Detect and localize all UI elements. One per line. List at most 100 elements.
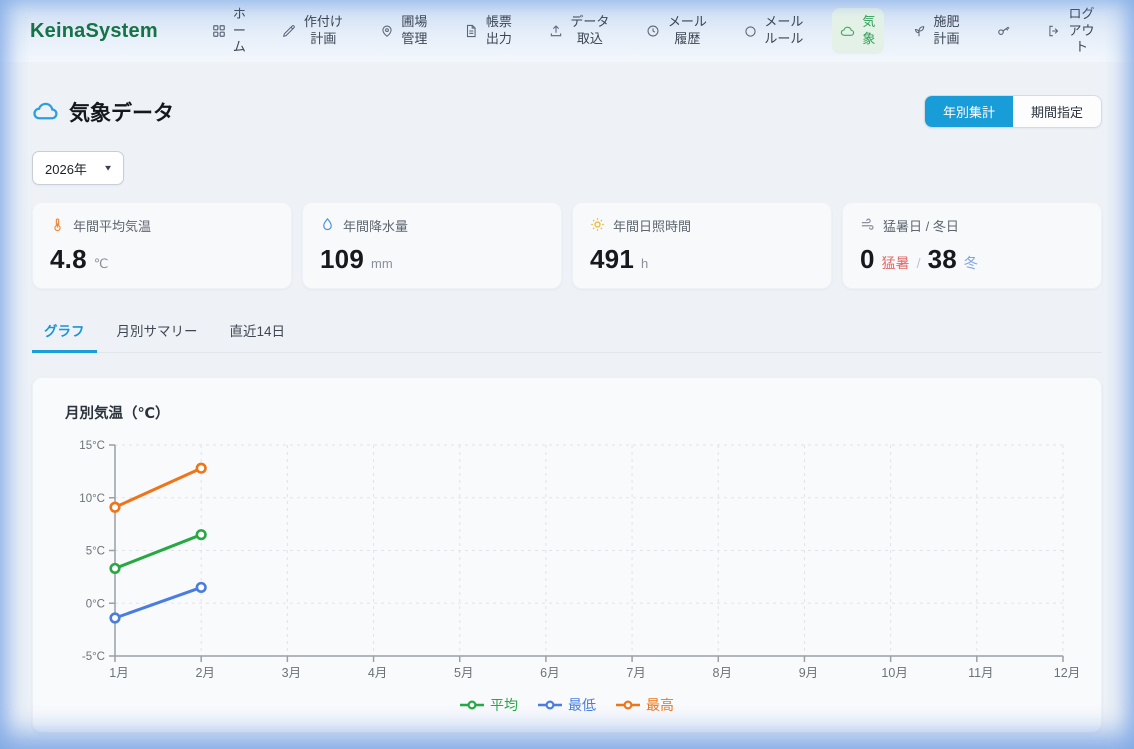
svg-text:4月: 4月 <box>368 666 387 680</box>
yearly-summary-button[interactable]: 年別集計 <box>925 96 1013 127</box>
svg-text:11月: 11月 <box>968 666 993 680</box>
nav-label: データ取込 <box>569 14 611 48</box>
legend-item-maximum[interactable]: 最高 <box>616 695 674 715</box>
chart-legend: 平均 最低 最高 <box>49 695 1085 715</box>
svg-text:7月: 7月 <box>626 666 645 680</box>
nav-item-fertilizer-plan[interactable]: 施肥計画 <box>904 8 969 54</box>
nav-label: メール履歴 <box>666 14 708 48</box>
droplet-icon <box>320 217 335 235</box>
year-select-value: 2026年 <box>45 159 87 178</box>
period-select-button[interactable]: 期間指定 <box>1013 96 1101 127</box>
nav-label: 作付け計画 <box>302 14 344 48</box>
key-icon <box>996 24 1011 39</box>
stat-value: 491 <box>590 244 634 275</box>
svg-text:10°C: 10°C <box>79 493 105 505</box>
hot-days-label: 猛暑 <box>882 253 910 273</box>
nav-item-data-import[interactable]: データ取込 <box>541 8 619 54</box>
nav-list: ホーム 作付け計画 圃場管理 帳票出力 データ取込 <box>204 0 1104 62</box>
nav-label: 施肥計画 <box>932 14 961 48</box>
cloud-icon <box>840 24 855 39</box>
upload-icon <box>549 24 563 38</box>
svg-text:5月: 5月 <box>454 666 473 680</box>
pencil-icon <box>282 24 296 38</box>
legend-label: 平均 <box>490 695 518 715</box>
seedling-icon <box>912 24 926 38</box>
svg-text:9月: 9月 <box>799 666 818 680</box>
stat-card-extreme-days: 猛暑日 / 冬日 0 猛暑 / 38 冬 <box>842 202 1102 289</box>
stat-label: 年間降水量 <box>343 216 408 235</box>
tab-graph[interactable]: グラフ <box>32 311 97 353</box>
svg-text:0°C: 0°C <box>86 598 105 610</box>
svg-text:6月: 6月 <box>540 666 559 680</box>
svg-text:10月: 10月 <box>881 666 907 680</box>
main-content: 気象データ 年別集計 期間指定 2026年 ▼ 年間平均気温 4.8 ℃ <box>0 95 1134 733</box>
circle-icon <box>744 25 757 38</box>
year-select[interactable]: 2026年 ▼ <box>32 151 124 185</box>
logout-icon <box>1047 24 1061 38</box>
legend-label: 最低 <box>568 695 596 715</box>
nav-item-home[interactable]: ホーム <box>204 0 255 62</box>
nav-item-logout[interactable]: ログアウト <box>1039 0 1104 62</box>
nav-label: 気象 <box>861 14 876 48</box>
tab-monthly-summary[interactable]: 月別サマリー <box>105 311 210 353</box>
svg-text:-5°C: -5°C <box>82 651 105 663</box>
thermometer-icon <box>50 217 65 235</box>
nav-label: メールルール <box>763 14 805 48</box>
svg-text:1月: 1月 <box>109 666 128 680</box>
stat-value: 4.8 <box>50 244 87 275</box>
chart-title: 月別気温（℃） <box>65 402 1085 423</box>
stat-unit: mm <box>371 256 393 271</box>
aggregation-toggle: 年別集計 期間指定 <box>924 95 1102 128</box>
legend-item-minimum[interactable]: 最低 <box>538 695 596 715</box>
nav-label: 圃場管理 <box>400 14 429 48</box>
nav-item-mail-rule[interactable]: メールルール <box>736 8 813 54</box>
svg-text:15°C: 15°C <box>79 440 105 452</box>
stat-label: 猛暑日 / 冬日 <box>883 216 959 235</box>
top-navigation: KeinaSystem ホーム 作付け計画 圃場管理 帳票出力 <box>0 0 1134 62</box>
stat-unit: ℃ <box>94 256 109 272</box>
stat-unit: h <box>641 256 648 271</box>
legend-marker <box>538 700 562 710</box>
legend-item-average[interactable]: 平均 <box>460 695 518 715</box>
nav-item-password[interactable] <box>988 18 1019 45</box>
nav-item-mail-history[interactable]: メール履歴 <box>638 8 716 54</box>
cold-days-label: 冬 <box>964 253 978 273</box>
svg-text:3月: 3月 <box>282 666 301 680</box>
history-clock-icon <box>646 24 660 38</box>
stat-card-avg-temp: 年間平均気温 4.8 ℃ <box>32 202 292 289</box>
nav-item-weather[interactable]: 気象 <box>832 8 884 54</box>
legend-marker <box>616 700 640 710</box>
grid-icon <box>212 24 226 38</box>
stat-label: 年間平均気温 <box>73 216 151 235</box>
svg-text:2月: 2月 <box>195 666 214 680</box>
svg-text:5°C: 5°C <box>86 546 105 558</box>
document-icon <box>464 24 478 38</box>
app-logo[interactable]: KeinaSystem <box>30 20 158 43</box>
legend-marker <box>460 700 484 710</box>
stat-card-sunshine: 年間日照時間 491 h <box>572 202 832 289</box>
wind-icon <box>860 217 875 235</box>
nav-label: ログアウト <box>1067 6 1096 57</box>
stat-card-precipitation: 年間降水量 109 mm <box>302 202 562 289</box>
tab-recent-14-days[interactable]: 直近14日 <box>218 311 298 353</box>
cold-days-value: 38 <box>928 244 957 275</box>
map-pin-icon <box>380 24 394 38</box>
tab-bar: グラフ 月別サマリー 直近14日 <box>32 311 1102 353</box>
stat-label: 年間日照時間 <box>613 216 691 235</box>
sun-icon <box>590 217 605 235</box>
stat-value: 109 <box>320 244 364 275</box>
chevron-down-icon: ▼ <box>103 164 113 173</box>
svg-text:12月: 12月 <box>1054 666 1080 680</box>
monthly-temperature-chart: -5°C0°C5°C10°C15°C1月2月3月4月5月6月7月8月9月10月1… <box>49 433 1087 688</box>
page-title: 気象データ <box>69 97 174 127</box>
temperature-chart-card: 月別気温（℃） -5°C 0°C 5°C 10°C 15°C 1月 2月 3月 4月 5月 6月 7月… <box>32 377 1102 733</box>
separator: / <box>917 255 921 271</box>
legend-label: 最高 <box>646 695 674 715</box>
nav-item-field-management[interactable]: 圃場管理 <box>372 8 437 54</box>
nav-item-report-output[interactable]: 帳票出力 <box>456 8 521 54</box>
nav-item-planting-plan[interactable]: 作付け計画 <box>274 8 352 54</box>
weather-cloud-icon <box>32 98 59 125</box>
stat-cards: 年間平均気温 4.8 ℃ 年間降水量 109 mm <box>32 202 1102 289</box>
nav-label: 帳票出力 <box>484 14 513 48</box>
nav-label: ホーム <box>232 6 247 57</box>
